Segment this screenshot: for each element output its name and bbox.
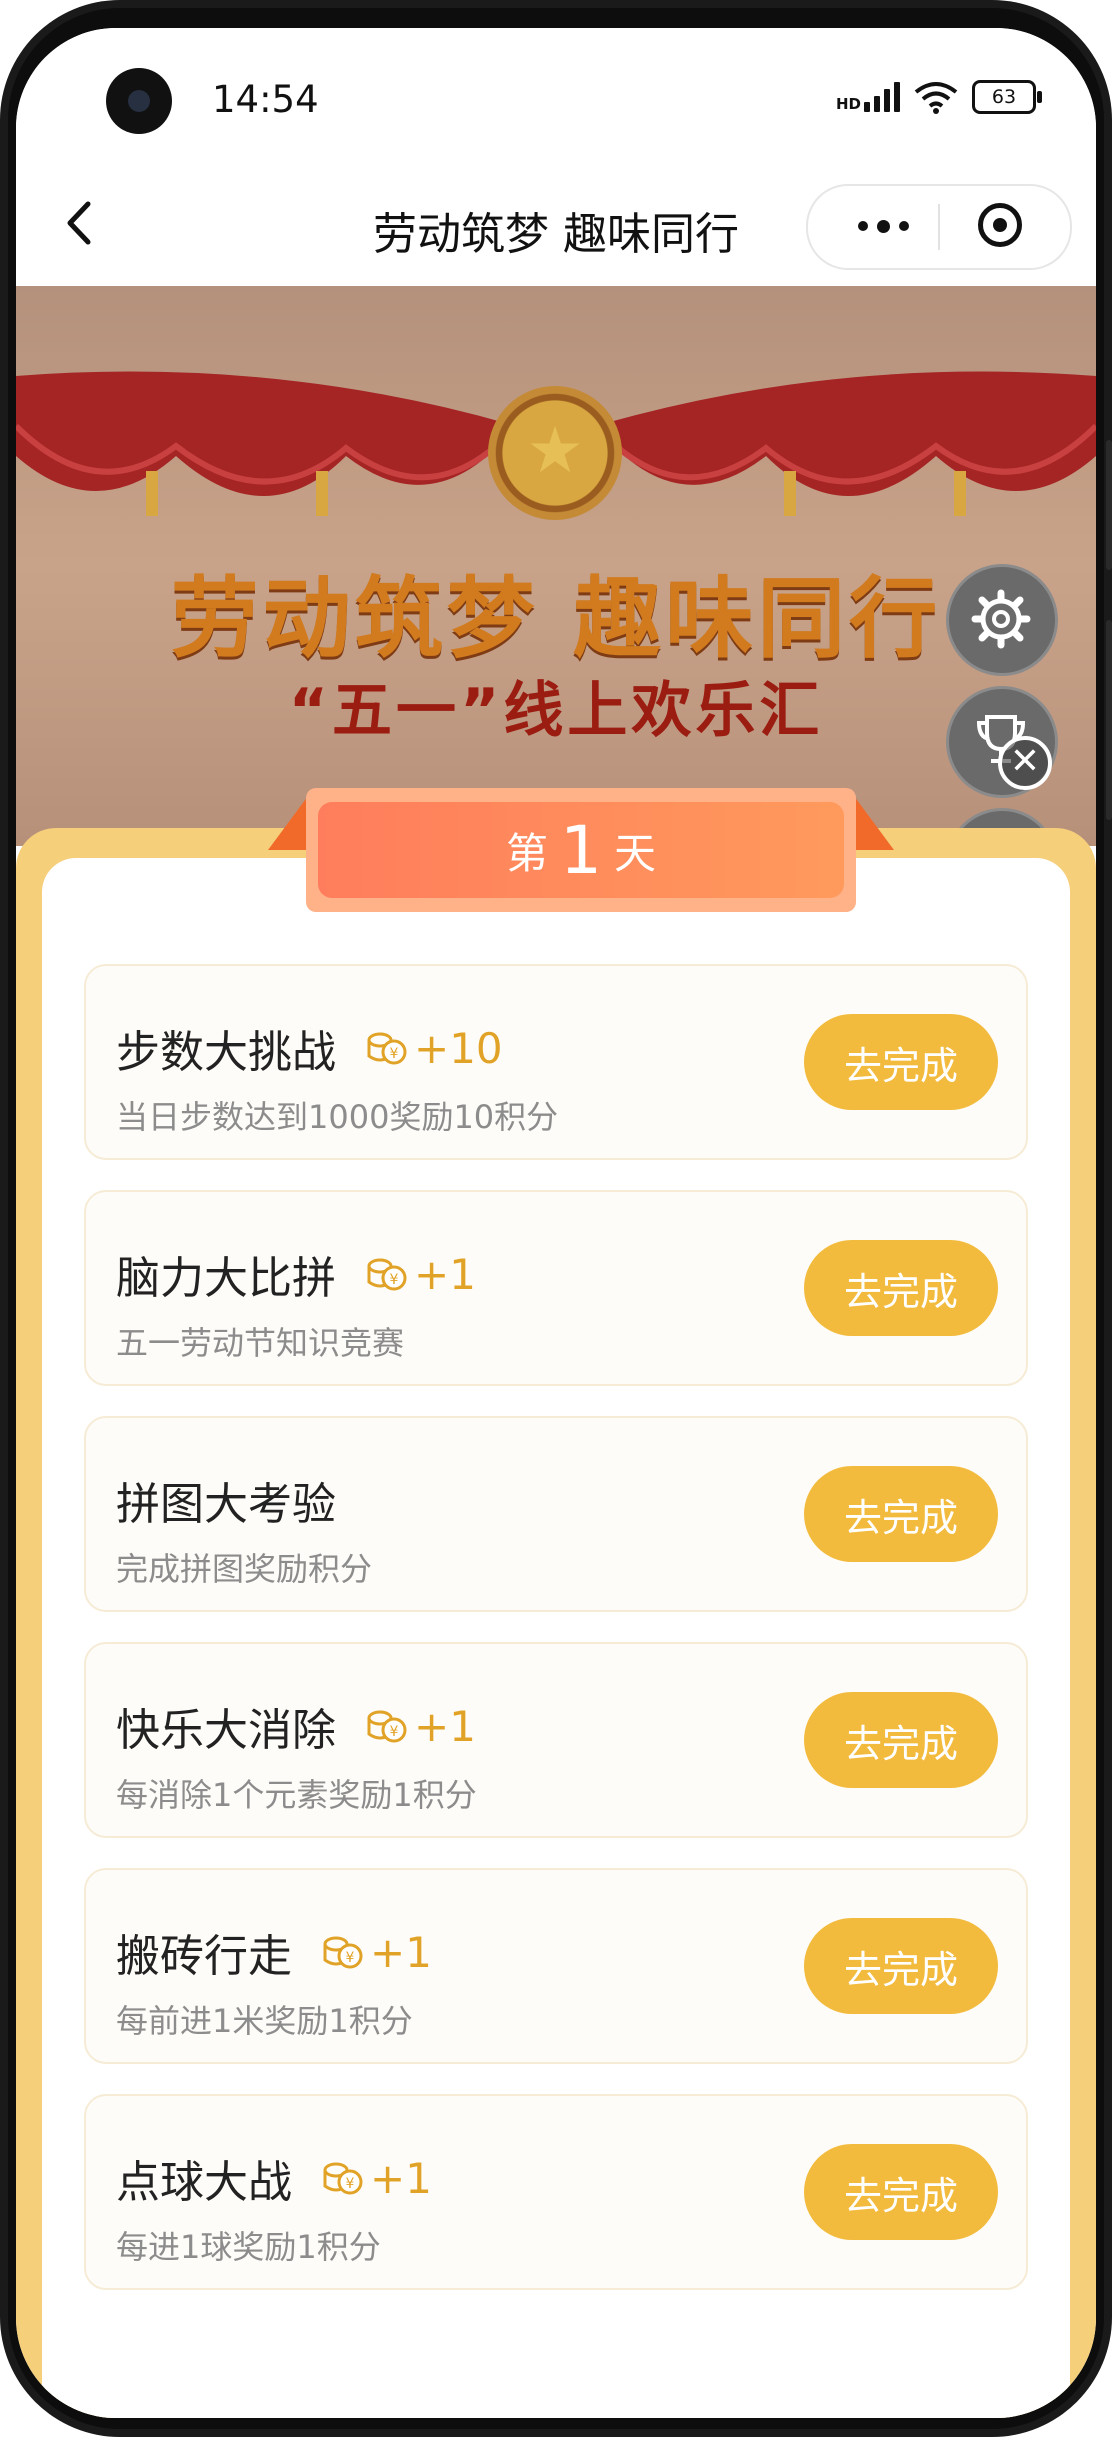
task-card: 搬砖行走 ¥ +1 每前进1米奖励1积分 去完成: [84, 1868, 1028, 2064]
coin-icon: ¥: [367, 1710, 407, 1743]
coin-icon: ¥: [367, 1258, 407, 1291]
reward-points: +10: [414, 1023, 503, 1073]
screen: 14:54 HD 63 劳动筑梦 趣味同行 ★ 劳动筑梦 趣味同行 “五一”线上…: [16, 28, 1096, 2418]
wifi-icon: [914, 82, 958, 114]
task-description: 每前进1米奖励1积分: [116, 2002, 413, 2040]
task-description: 五一劳动节知识竞赛: [116, 1324, 405, 1362]
day-prefix: 第: [505, 828, 548, 878]
close-icon[interactable]: ✕: [998, 736, 1052, 790]
day-tab: 第 1 天: [268, 788, 894, 912]
day-tab-pill: 第 1 天: [306, 788, 856, 912]
task-title: 拼图大考验: [116, 1479, 336, 1530]
star-emblem-icon: [488, 386, 622, 520]
task-description: 当日步数达到1000奖励10积分: [116, 1098, 559, 1136]
curtain-left: [16, 371, 519, 516]
gear-icon: [971, 589, 1031, 649]
go-complete-button[interactable]: 去完成: [804, 1692, 998, 1788]
more-icon[interactable]: [848, 208, 918, 244]
reward-badge: ¥ +1: [322, 1928, 432, 1977]
volume-button: [1106, 440, 1112, 570]
reward-badge: ¥ +10: [366, 1024, 503, 1073]
task-description: 每进1球奖励1积分: [116, 2228, 381, 2266]
reward-points: +1: [414, 1249, 476, 1299]
reward-points: +1: [370, 2153, 432, 2203]
capsule-divider: [938, 204, 940, 250]
go-complete-button[interactable]: 去完成: [804, 1918, 998, 2014]
task-card: 快乐大消除 ¥ +1 每消除1个元素奖励1积分 去完成: [84, 1642, 1028, 1838]
day-number: 1: [560, 811, 602, 889]
task-sheet: 第 1 天 步数大挑战 ¥ +10 当日步数达到1000奖励10积分 去完成 脑…: [16, 788, 1096, 2418]
settings-button[interactable]: [946, 564, 1058, 676]
go-complete-button[interactable]: 去完成: [804, 1466, 998, 1562]
day-tab-ribbon-right: [854, 796, 894, 850]
status-time: 14:54: [212, 78, 319, 121]
task-list: 步数大挑战 ¥ +10 当日步数达到1000奖励10积分 去完成 脑力大比拼 ¥…: [84, 964, 1028, 2320]
battery-icon: 63: [972, 80, 1042, 114]
front-camera: [106, 68, 172, 134]
day-tab-ribbon-left: [268, 796, 308, 850]
banner-subtitle: “五一”线上欢乐汇: [288, 676, 824, 746]
coin-icon: ¥: [323, 1936, 363, 1969]
mini-program-capsule: [806, 184, 1072, 270]
curtain-right: [593, 371, 1096, 516]
reward-points: +1: [414, 1701, 476, 1751]
banner-title: 劳动筑梦 趣味同行: [170, 567, 942, 670]
task-sheet-inner: 第 1 天 步数大挑战 ¥ +10 当日步数达到1000奖励10积分 去完成 脑…: [42, 788, 1070, 2418]
go-complete-button[interactable]: 去完成: [804, 1014, 998, 1110]
reward-badge: ¥ +1: [322, 2154, 432, 2203]
reward-points: +1: [370, 1927, 432, 1977]
task-title: 脑力大比拼: [116, 1253, 336, 1304]
svg-text:¥: ¥: [390, 1272, 399, 1288]
close-target-icon[interactable]: [978, 203, 1022, 247]
go-complete-button[interactable]: 去完成: [804, 1240, 998, 1336]
reward-badge: ¥ +1: [366, 1702, 476, 1751]
task-card: 点球大战 ¥ +1 每进1球奖励1积分 去完成: [84, 2094, 1028, 2290]
reward-badge: ¥ +1: [366, 1250, 476, 1299]
task-description: 每消除1个元素奖励1积分: [116, 1776, 477, 1814]
day-suffix: 天: [614, 828, 657, 878]
svg-text:¥: ¥: [346, 1950, 355, 1966]
svg-text:¥: ¥: [390, 1046, 399, 1062]
task-description: 完成拼图奖励积分: [116, 1550, 373, 1588]
svg-text:¥: ¥: [346, 2176, 355, 2192]
coin-icon: ¥: [367, 1032, 407, 1065]
nav-bar: 劳动筑梦 趣味同行: [16, 158, 1096, 288]
banner: 劳动筑梦 趣味同行 “五一”线上欢乐汇: [16, 286, 1096, 846]
coin-icon: ¥: [323, 2162, 363, 2195]
task-title: 点球大战: [116, 2157, 292, 2208]
task-title: 搬砖行走: [116, 1931, 292, 1982]
phone-frame: 14:54 HD 63 劳动筑梦 趣味同行 ★ 劳动筑梦 趣味同行 “五一”线上…: [0, 0, 1112, 2437]
status-icons: HD 63: [836, 80, 1042, 114]
task-card: 步数大挑战 ¥ +10 当日步数达到1000奖励10积分 去完成: [84, 964, 1028, 1160]
go-complete-button[interactable]: 去完成: [804, 2144, 998, 2240]
status-bar: 14:54 HD 63: [16, 28, 1096, 158]
power-button: [1106, 620, 1112, 820]
task-title: 步数大挑战: [116, 1027, 336, 1078]
svg-text:¥: ¥: [390, 1724, 399, 1740]
signal-icon: HD: [836, 82, 900, 112]
network-type: HD: [835, 95, 861, 113]
task-title: 快乐大消除: [116, 1705, 336, 1756]
task-card: 脑力大比拼 ¥ +1 五一劳动节知识竞赛 去完成: [84, 1190, 1028, 1386]
task-card: 拼图大考验 完成拼图奖励积分 去完成: [84, 1416, 1028, 1612]
